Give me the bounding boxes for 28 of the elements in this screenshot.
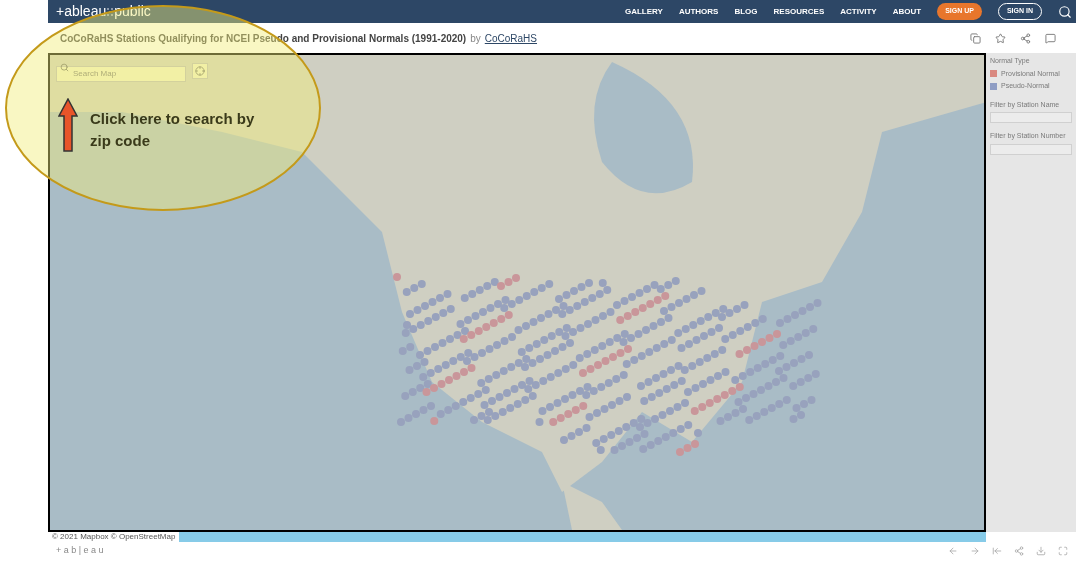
nav-link[interactable]: RESOURCES (773, 5, 825, 18)
share-icon[interactable] (1020, 32, 1031, 44)
dots-icon (107, 7, 114, 16)
comment-icon[interactable] (1045, 32, 1056, 44)
author-link[interactable]: CoCoRaHS (484, 30, 537, 46)
logo-text[interactable]: +ableau (56, 1, 107, 22)
tableau-logo[interactable]: + a b | e a u (56, 544, 104, 558)
copy-icon[interactable] (970, 32, 981, 44)
search-icon (60, 63, 69, 72)
search-icon[interactable] (1058, 4, 1072, 19)
revert-icon[interactable] (992, 546, 1002, 556)
nav-link[interactable]: BLOG (734, 5, 758, 18)
filter-field[interactable] (990, 112, 1072, 123)
redo-icon[interactable] (970, 546, 980, 556)
nav-link[interactable]: GALLERY (624, 5, 663, 18)
nav-link[interactable]: ABOUT (892, 5, 922, 18)
fullscreen-icon[interactable] (1058, 546, 1068, 556)
favorite-icon[interactable] (995, 32, 1006, 44)
undo-icon[interactable] (948, 546, 958, 556)
filter-field[interactable] (990, 143, 1072, 155)
by-label: by (470, 31, 481, 46)
share-icon[interactable] (1014, 546, 1024, 556)
download-icon[interactable] (1036, 546, 1046, 556)
up-arrow-icon (58, 98, 78, 152)
locate-button[interactable] (192, 63, 208, 79)
nav-link[interactable]: ACTIVITY (840, 5, 877, 18)
nav-link[interactable]: AUTHORS (678, 5, 719, 18)
annotation-text: Click here to search by zip code (90, 109, 256, 151)
